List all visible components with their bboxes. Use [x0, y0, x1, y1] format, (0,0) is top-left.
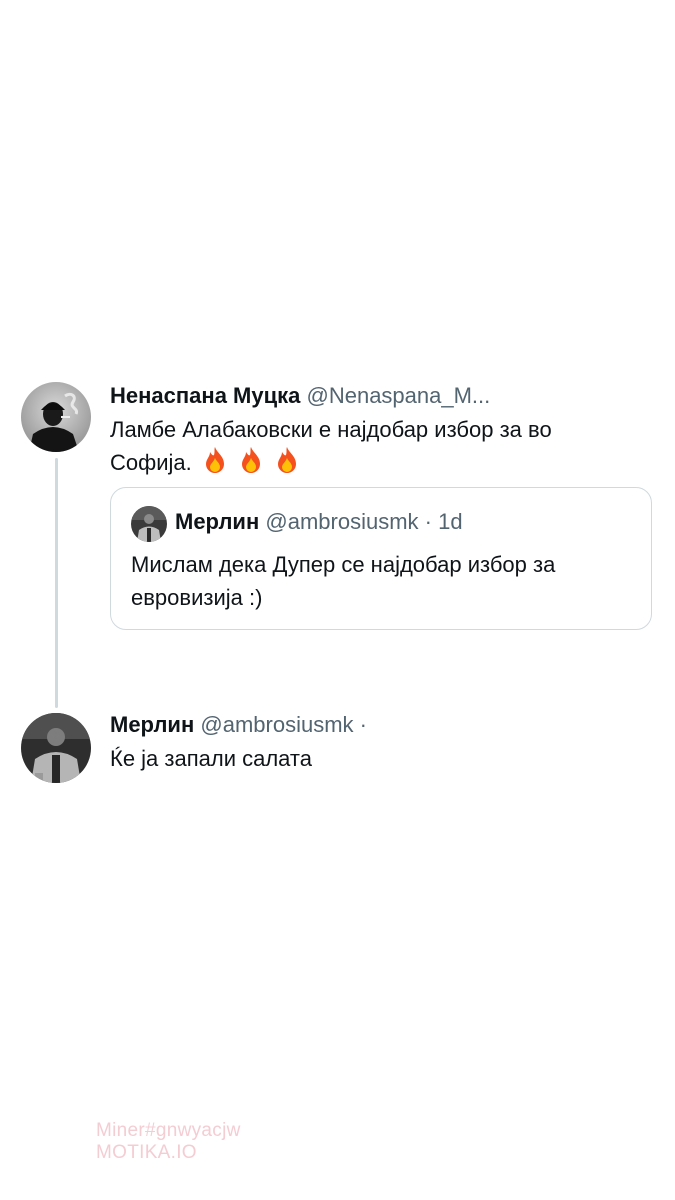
main-tweet-text-line2-label: Софија.	[110, 450, 192, 475]
person-avatar-icon	[21, 713, 91, 783]
watermark-line2: MOTIKA.IO	[96, 1142, 197, 1163]
reply-tweet-display-name[interactable]: Мерлин	[110, 712, 194, 737]
thread-connector-line	[55, 458, 58, 708]
fire-icon	[278, 447, 297, 473]
reply-tweet-header: Мерлин @ambrosiusmk ·	[110, 711, 367, 739]
quoted-tweet-display-name[interactable]: Мерлин	[175, 509, 259, 534]
quoted-tweet-handle[interactable]: @ambrosiusmk	[265, 509, 418, 534]
main-tweet-text-line2: Софија.	[110, 446, 650, 479]
quoted-tweet-card[interactable]: Мерлин @ambrosiusmk · 1d Мислам дека Дуп…	[110, 487, 652, 630]
main-tweet-text-line1: Ламбе Алабаковски е најдобар избор за во	[110, 417, 552, 442]
main-tweet-header: Ненаспана Муцка @Nenaspana_M...	[110, 382, 490, 410]
quoted-tweet-text-line2: евровизија :)	[131, 585, 263, 610]
quoted-tweet-avatar[interactable]	[131, 506, 167, 542]
quoted-tweet-header: Мерлин @ambrosiusmk · 1d	[175, 508, 463, 536]
main-tweet-handle[interactable]: @Nenaspana_M...	[307, 383, 491, 408]
quoted-tweet-text-line1: Мислам дека Дупер се најдобар избор за	[131, 552, 556, 577]
reply-tweet-avatar[interactable]	[21, 713, 91, 783]
smoking-man-avatar-icon	[21, 382, 91, 452]
main-tweet-display-name[interactable]: Ненаспана Муцка	[110, 383, 300, 408]
quoted-tweet-text: Мислам дека Дупер се најдобар избор за е…	[131, 548, 631, 614]
person-avatar-icon	[131, 506, 167, 542]
quoted-tweet-time[interactable]: · 1d	[425, 509, 463, 534]
reply-tweet-text: Ќе ја запали салата	[110, 746, 312, 771]
main-tweet-avatar[interactable]	[21, 382, 91, 452]
fire-emoji-group	[198, 447, 300, 475]
watermark-line1: Miner#gnwyacjw	[96, 1120, 241, 1141]
reply-tweet-handle[interactable]: @ambrosiusmk ·	[200, 712, 367, 737]
watermark: Miner#gnwyacjw MOTIKA.IO	[96, 1120, 241, 1164]
main-tweet-text: Ламбе Алабаковски е најдобар избор за во…	[110, 413, 650, 479]
fire-icon	[242, 447, 260, 473]
fire-icon	[205, 447, 224, 473]
